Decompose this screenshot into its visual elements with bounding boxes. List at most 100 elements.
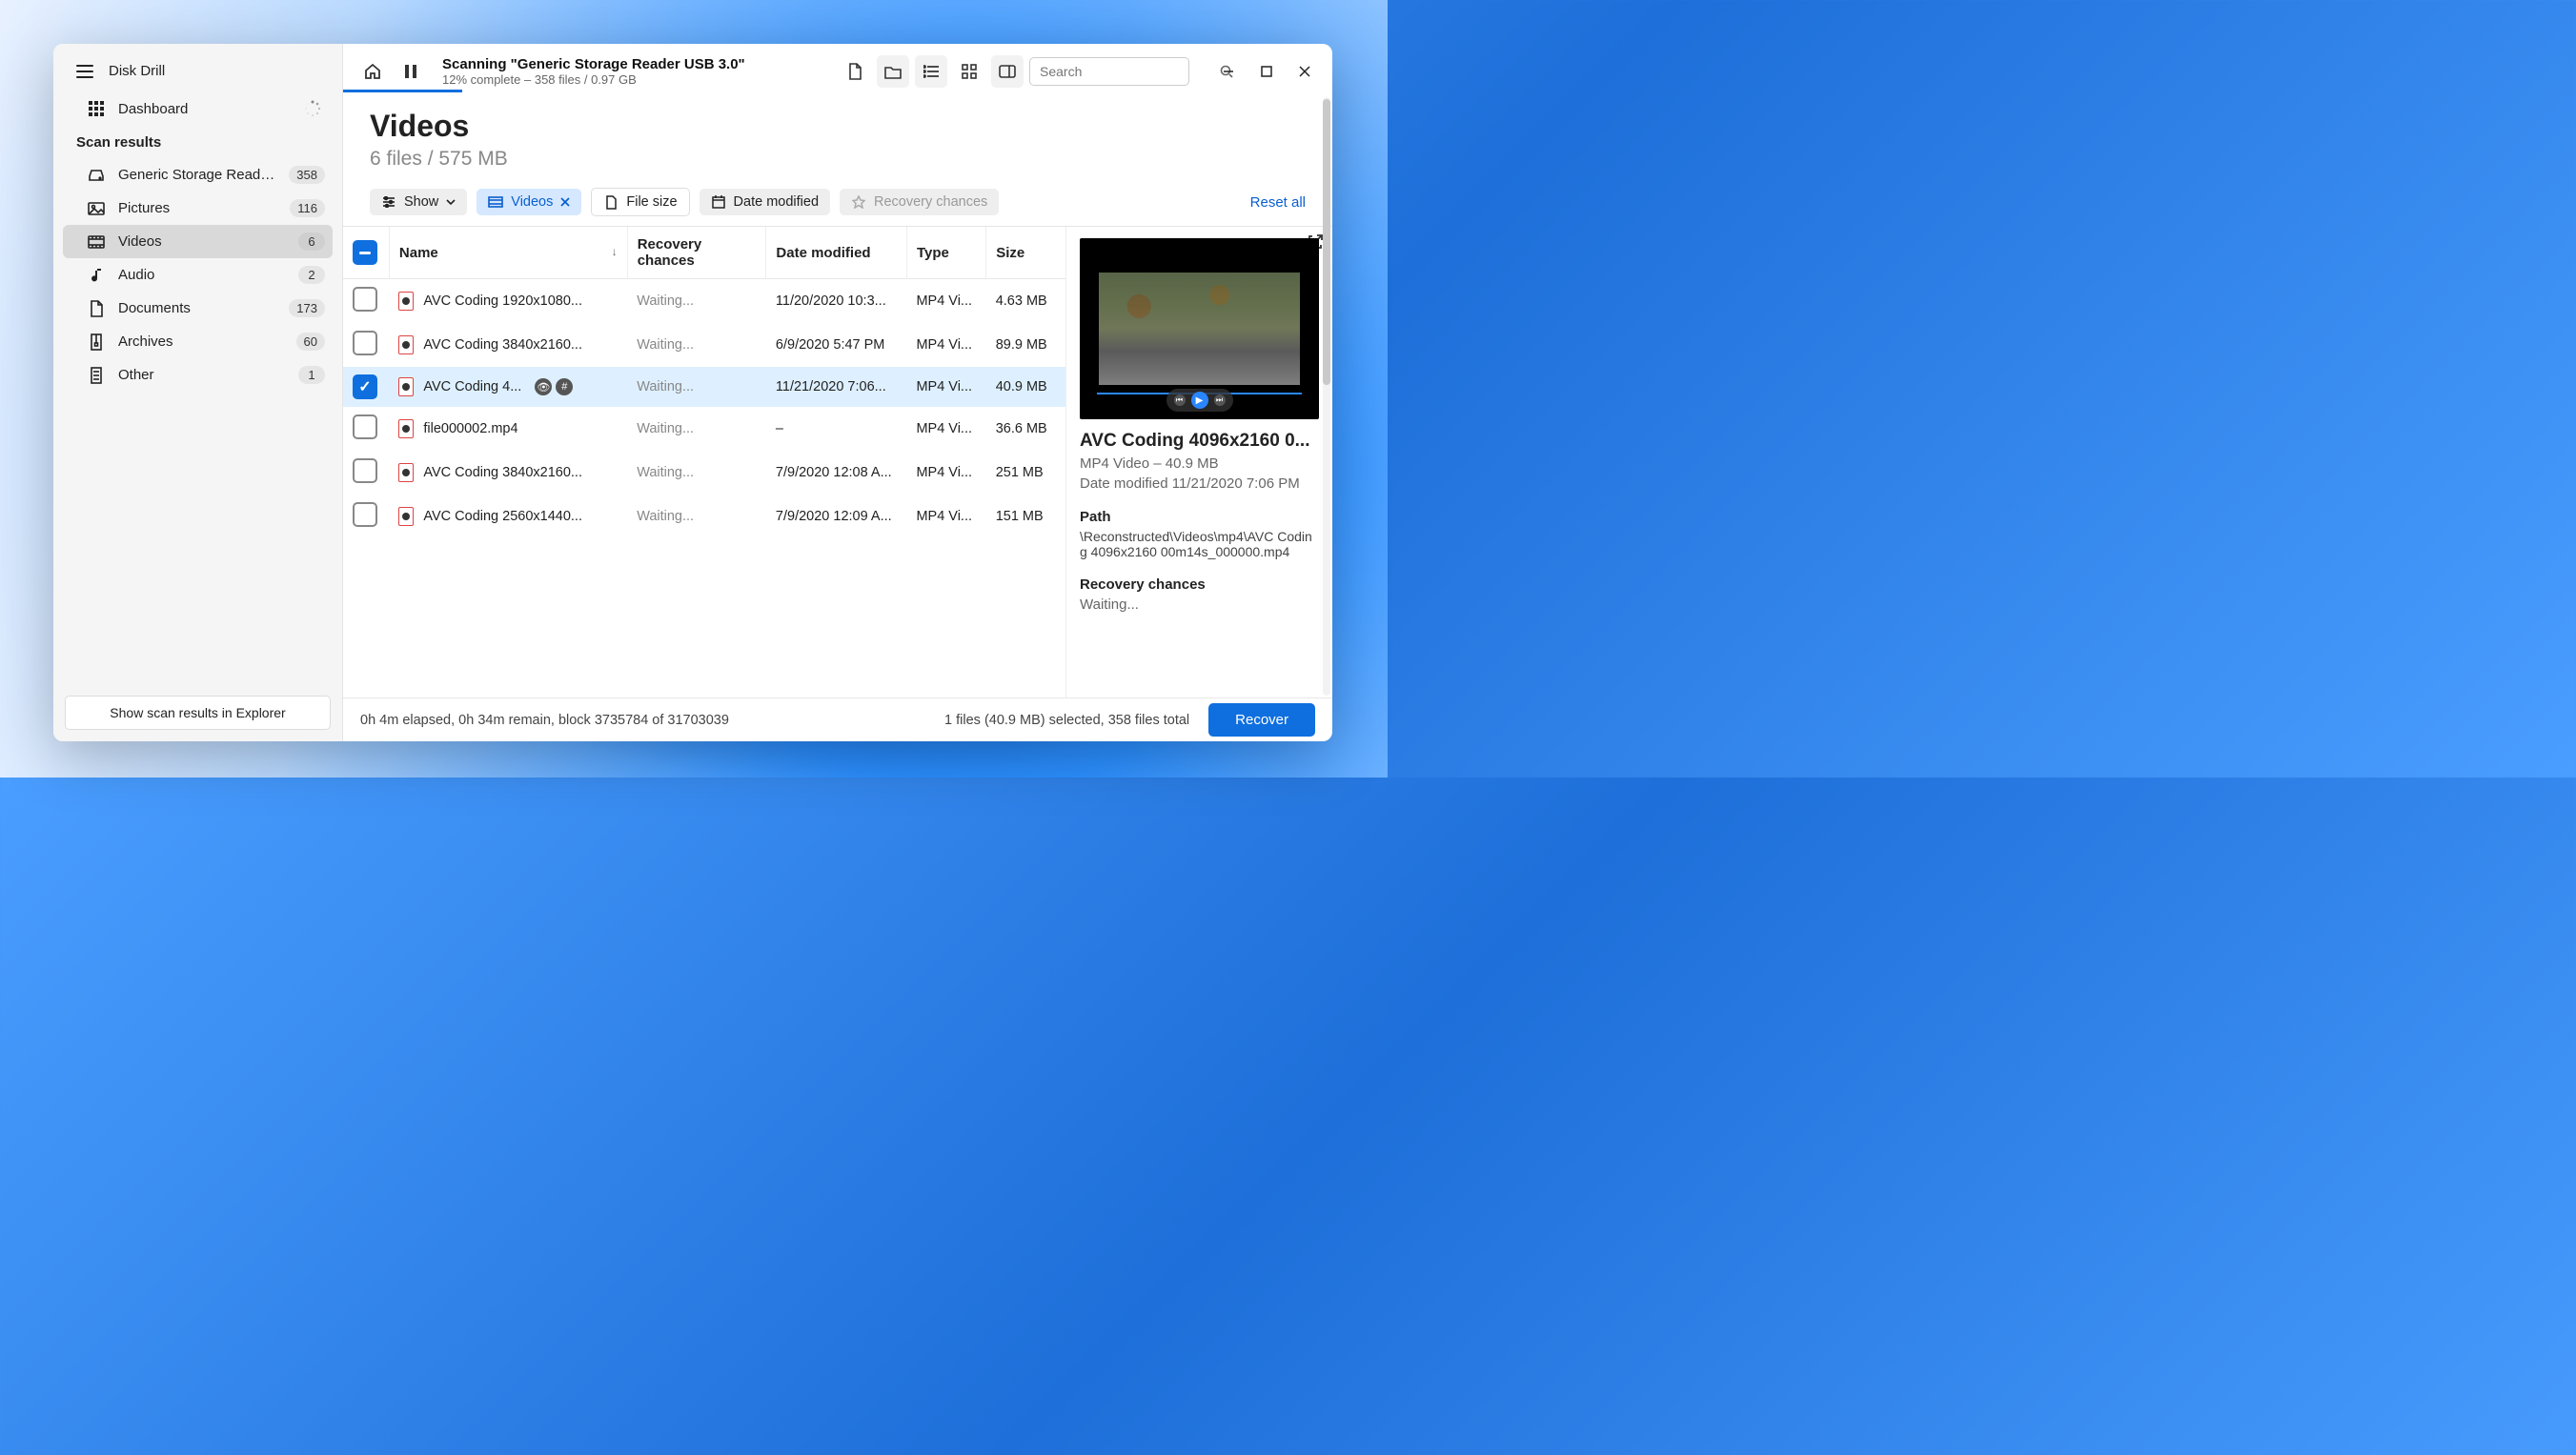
status-bar: 0h 4m elapsed, 0h 34m remain, block 3735… [343, 697, 1332, 741]
preview-type-size: MP4 Video – 40.9 MB [1080, 455, 1319, 472]
cell-recovery: Waiting... [627, 279, 766, 324]
play-icon[interactable]: ▶ [1191, 392, 1208, 409]
row-checkbox[interactable] [353, 502, 377, 527]
sidebar-item-label: Documents [118, 300, 275, 316]
cell-date: – [766, 407, 907, 451]
row-checkbox[interactable] [353, 414, 377, 439]
table-row[interactable]: file000002.mp4Waiting...–MP4 Vi...36.6 M… [343, 407, 1065, 451]
pause-button[interactable] [395, 55, 427, 88]
count-badge: 1 [298, 366, 325, 384]
sidebar-item-documents[interactable]: Documents 173 [53, 292, 342, 325]
preview-thumbnail[interactable]: ⏮ ▶ ⏭ [1080, 238, 1319, 419]
count-badge: 116 [290, 199, 325, 217]
videos-filter[interactable]: Videos [477, 189, 581, 215]
prev-frame-icon[interactable]: ⏮ [1174, 394, 1186, 406]
file-name: file000002.mp4 [423, 421, 517, 436]
scrollbar[interactable] [1323, 97, 1330, 696]
cell-type: MP4 Vi... [906, 451, 985, 495]
table-row[interactable]: AVC Coding 3840x2160... Waiting...6/9/202… [343, 323, 1065, 367]
panel-toggle-button[interactable] [991, 55, 1024, 88]
checkbox-indeterminate[interactable] [353, 240, 377, 265]
preview-recovery-value: Waiting... [1080, 596, 1319, 613]
cell-type: MP4 Vi... [906, 407, 985, 451]
sort-arrow-icon: ↓ [612, 245, 618, 258]
show-in-explorer-button[interactable]: Show scan results in Explorer [65, 696, 331, 730]
file-icon [398, 335, 414, 354]
filter-label: Recovery chances [874, 194, 987, 210]
sidebar-item-device[interactable]: Generic Storage Reader... 358 [53, 158, 342, 192]
maximize-button[interactable] [1252, 57, 1281, 86]
count-badge: 60 [296, 333, 325, 351]
sidebar-item-audio[interactable]: Audio 2 [53, 258, 342, 292]
document-icon [88, 300, 105, 317]
row-checkbox[interactable] [353, 331, 377, 355]
sidebar-item-archives[interactable]: Archives 60 [53, 325, 342, 358]
recover-button[interactable]: Recover [1208, 703, 1315, 737]
file-name: AVC Coding 2560x1440... [423, 509, 582, 524]
folder-button[interactable] [877, 55, 909, 88]
cell-recovery: Waiting... [627, 495, 766, 538]
column-type[interactable]: Type [906, 227, 985, 279]
recovery-filter[interactable]: Recovery chances [840, 189, 999, 215]
column-name[interactable]: Name↓ [389, 227, 627, 279]
table-row[interactable]: AVC Coding 3840x2160...Waiting...7/9/202… [343, 451, 1065, 495]
preview-icon[interactable]: 👁 [535, 378, 552, 395]
sidebar-item-label: Generic Storage Reader... [118, 167, 275, 183]
filter-label: File size [626, 194, 677, 210]
column-recovery[interactable]: Recovery chances [627, 227, 766, 279]
home-button[interactable] [356, 55, 389, 88]
video-icon [488, 194, 503, 210]
page-subtitle: 6 files / 575 MB [370, 148, 1306, 171]
sidebar-item-label: Dashboard [118, 101, 325, 117]
cell-recovery: Waiting... [627, 323, 766, 367]
close-button[interactable] [1290, 57, 1319, 86]
minimize-button[interactable] [1214, 57, 1243, 86]
cell-type: MP4 Vi... [906, 495, 985, 538]
reset-all-link[interactable]: Reset all [1250, 194, 1306, 211]
menu-icon[interactable] [76, 65, 93, 78]
calendar-icon [711, 194, 726, 210]
sidebar-item-videos[interactable]: Videos 6 [63, 225, 333, 258]
sidebar-item-label: Videos [118, 233, 285, 250]
clear-filter-icon[interactable] [560, 197, 570, 207]
row-checkbox[interactable] [353, 458, 377, 483]
column-size[interactable]: Size [986, 227, 1065, 279]
filesize-filter[interactable]: File size [591, 188, 689, 216]
filters-row: Show Videos File size Date modified Reco… [343, 178, 1332, 226]
grid-view-button[interactable] [953, 55, 985, 88]
grid-icon [88, 100, 105, 117]
file-button[interactable] [839, 55, 871, 88]
video-icon [88, 233, 105, 251]
select-all-header[interactable] [343, 227, 389, 279]
scan-progress-bar [343, 90, 462, 92]
search-input[interactable] [1040, 64, 1212, 79]
cell-recovery: Waiting... [627, 451, 766, 495]
file-icon [398, 377, 414, 396]
sidebar-item-dashboard[interactable]: Dashboard [53, 92, 342, 125]
datemod-filter[interactable]: Date modified [700, 189, 830, 215]
row-checkbox[interactable] [353, 287, 377, 312]
document-icon [603, 194, 619, 210]
list-view-button[interactable] [915, 55, 947, 88]
sidebar-item-pictures[interactable]: Pictures 116 [53, 192, 342, 225]
table-row[interactable]: AVC Coding 4...👁#Waiting...11/21/2020 7:… [343, 367, 1065, 407]
search-box[interactable] [1029, 57, 1189, 86]
cell-recovery: Waiting... [627, 367, 766, 407]
table-row[interactable]: AVC Coding 2560x1440...Waiting...7/9/202… [343, 495, 1065, 538]
sidebar-item-other[interactable]: Other 1 [53, 358, 342, 392]
file-name: AVC Coding 3840x2160... [423, 465, 582, 480]
audio-icon [88, 267, 105, 284]
file-icon [398, 419, 414, 438]
cell-size: 251 MB [986, 451, 1065, 495]
chevron-down-icon [446, 199, 456, 205]
hex-icon[interactable]: # [556, 378, 573, 395]
file-name: AVC Coding 3840x2160... [423, 337, 582, 353]
row-checkbox[interactable] [353, 374, 377, 399]
other-icon [88, 367, 105, 384]
show-filter[interactable]: Show [370, 189, 467, 215]
next-frame-icon[interactable]: ⏭ [1214, 394, 1226, 406]
cell-date: 6/9/2020 5:47 PM [766, 323, 907, 367]
preview-path: \Reconstructed\Videos\mp4\AVC Coding 409… [1080, 529, 1319, 559]
column-date[interactable]: Date modified [766, 227, 907, 279]
table-row[interactable]: AVC Coding 1920x1080...Waiting...11/20/2… [343, 279, 1065, 324]
